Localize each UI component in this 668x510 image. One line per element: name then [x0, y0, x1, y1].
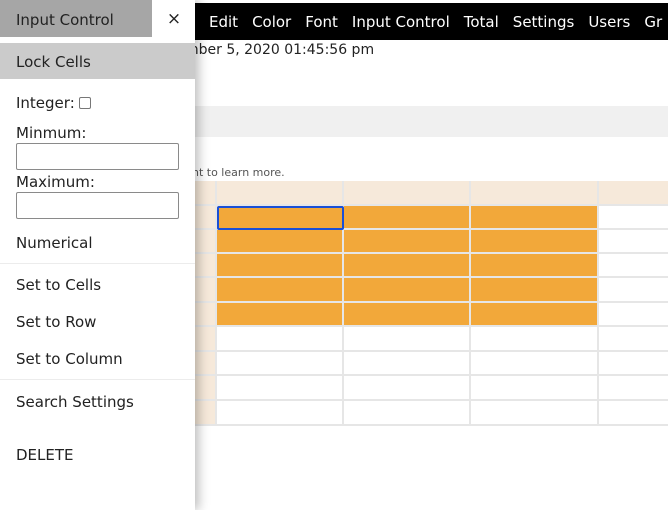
input-control-panel: Input Control × Lock Cells Integer: Minm… [0, 0, 195, 510]
maximum-input[interactable] [16, 192, 179, 219]
menu-settings[interactable]: Settings [513, 13, 575, 31]
column-header[interactable] [599, 181, 668, 206]
hint-text: ght to learn more. [185, 166, 285, 179]
search-settings-button[interactable]: Search Settings [16, 393, 134, 411]
grid-cell[interactable] [344, 303, 471, 327]
grid-cell[interactable] [217, 278, 344, 303]
grid-cell[interactable] [217, 352, 344, 376]
set-to-column-button[interactable]: Set to Column [16, 350, 123, 368]
grid-cell[interactable] [217, 206, 344, 230]
delete-button[interactable]: DELETE [16, 446, 74, 464]
grid-cell[interactable] [217, 376, 344, 401]
grid-cell[interactable] [599, 352, 668, 376]
menu-users[interactable]: Users [588, 13, 630, 31]
grid-cell[interactable] [344, 401, 471, 426]
grid-cell[interactable] [217, 230, 344, 254]
menu-input-control[interactable]: Input Control [352, 13, 450, 31]
grid-cell[interactable] [217, 254, 344, 278]
grid-cell[interactable] [471, 376, 599, 401]
menu-font[interactable]: Font [305, 13, 338, 31]
menu-color[interactable]: Color [252, 13, 291, 31]
grid-cell[interactable] [471, 303, 599, 327]
maximum-label: Maximum: [16, 173, 95, 191]
menu-more[interactable]: Gr [644, 13, 662, 31]
panel-title: Input Control [0, 0, 152, 37]
lock-cells-button[interactable]: Lock Cells [0, 43, 195, 79]
grid-cell[interactable] [471, 230, 599, 254]
grid-cell[interactable] [471, 327, 599, 352]
grid-cell[interactable] [344, 206, 471, 230]
timestamp: mber 5, 2020 01:45:56 pm [185, 42, 375, 58]
menu-total[interactable]: Total [464, 13, 499, 31]
minimum-label: Minmum: [16, 124, 87, 142]
grid-cell[interactable] [344, 327, 471, 352]
column-header[interactable] [217, 181, 344, 206]
grid-cell[interactable] [344, 230, 471, 254]
grid-cell[interactable] [471, 254, 599, 278]
grid-cell[interactable] [217, 327, 344, 352]
grid-cell[interactable] [599, 303, 668, 327]
grid-cell[interactable] [599, 401, 668, 426]
numerical-button[interactable]: Numerical [16, 234, 93, 252]
grid-cell[interactable] [344, 376, 471, 401]
column-header[interactable] [471, 181, 599, 206]
integer-row: Integer: [16, 94, 91, 112]
close-icon[interactable]: × [160, 9, 188, 29]
grid-cell[interactable] [599, 327, 668, 352]
set-to-cells-button[interactable]: Set to Cells [16, 276, 101, 294]
integer-checkbox[interactable] [78, 97, 91, 109]
grid-cell[interactable] [599, 230, 668, 254]
grid-cell[interactable] [599, 254, 668, 278]
grid-cell[interactable] [471, 401, 599, 426]
grid-cell[interactable] [217, 303, 344, 327]
grid-cell[interactable] [344, 352, 471, 376]
grid-cell[interactable] [599, 206, 668, 230]
divider [0, 379, 195, 380]
grid-cell[interactable] [344, 254, 471, 278]
minimum-input[interactable] [16, 143, 179, 170]
grid-cell[interactable] [599, 376, 668, 401]
set-to-row-button[interactable]: Set to Row [16, 313, 96, 331]
integer-label: Integer: [16, 94, 75, 112]
grid-cell[interactable] [471, 278, 599, 303]
grid-cell[interactable] [471, 206, 599, 230]
menu-edit[interactable]: Edit [209, 13, 238, 31]
grid-cell[interactable] [217, 401, 344, 426]
column-header[interactable] [344, 181, 471, 206]
divider [0, 263, 195, 264]
grid-cell[interactable] [344, 278, 471, 303]
grid-cell[interactable] [599, 278, 668, 303]
grid-cell[interactable] [471, 352, 599, 376]
